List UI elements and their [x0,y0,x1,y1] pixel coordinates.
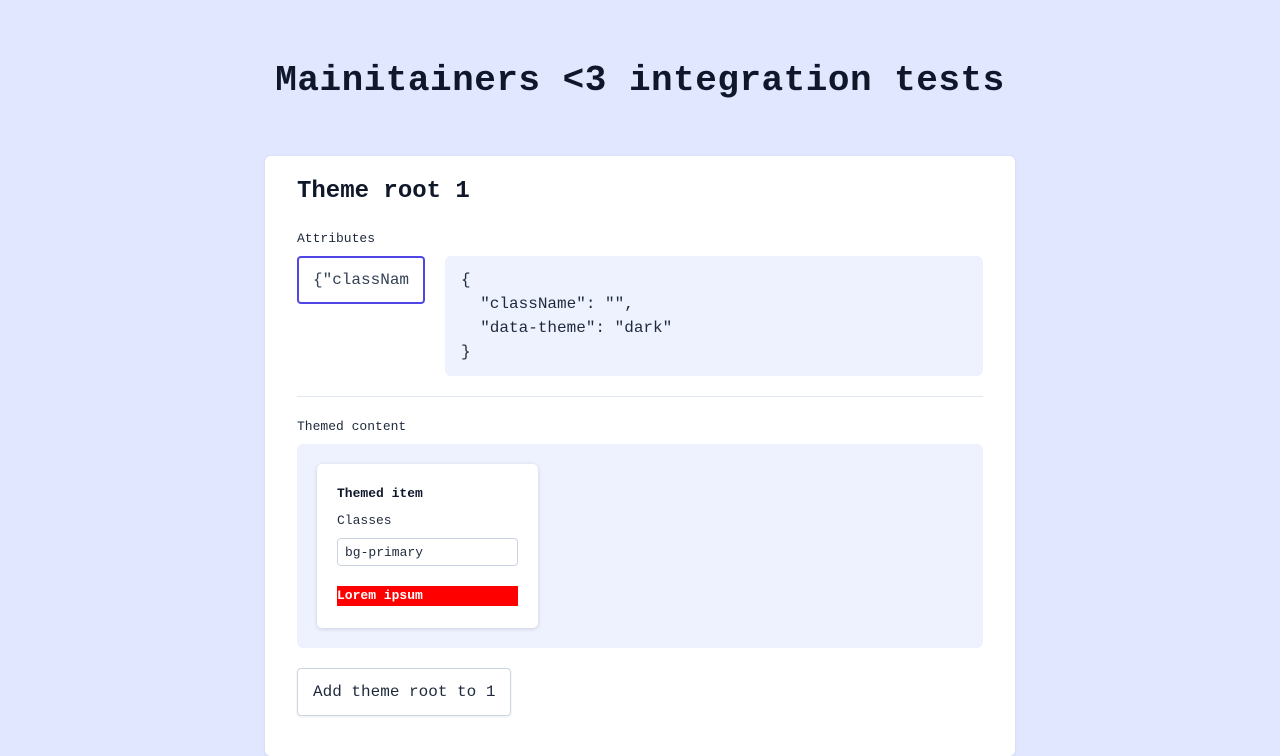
add-theme-root-button[interactable]: Add theme root to 1 [297,668,512,716]
themed-content-area: Themed item Classes Lorem ipsum [297,444,983,648]
themed-content-label: Themed content [297,419,407,434]
attributes-label: Attributes [297,231,376,246]
theme-root-card: Theme root 1 Attributes { "className": "… [265,156,1015,756]
themed-item-card: Themed item Classes Lorem ipsum [317,464,538,628]
theme-root-title: Theme root 1 [297,178,470,205]
attributes-json-preview: { "className": "", "data-theme": "dark" … [445,256,983,376]
themed-item-title: Themed item [337,486,423,501]
themed-sample-text: Lorem ipsum [337,586,518,606]
classes-label: Classes [337,513,392,528]
attributes-input[interactable] [297,256,425,304]
section-divider [297,396,983,397]
classes-input[interactable] [337,538,518,566]
attributes-row: { "className": "", "data-theme": "dark" … [297,256,983,376]
page-title: Mainitainers <3 integration tests [275,60,1005,101]
